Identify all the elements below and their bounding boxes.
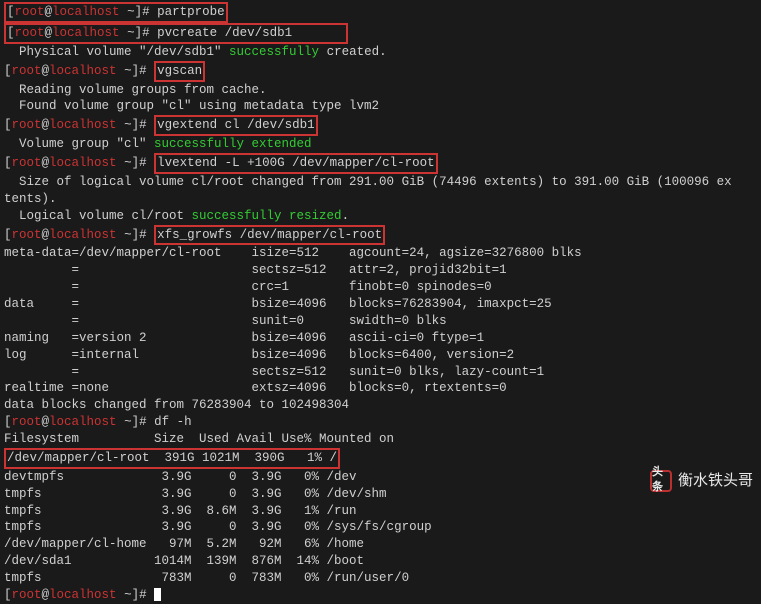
highlight-vgscan: vgscan — [154, 61, 205, 82]
output-line: = sectsz=512 attr=2, projid32bit=1 — [4, 262, 757, 279]
df-row: /dev/mapper/cl-root 391G 1021M 390G 1% / — [4, 448, 757, 469]
df-row: tmpfs 783M 0 783M 0% /run/user/0 — [4, 570, 757, 587]
output-line: = crc=1 finobt=0 spinodes=0 — [4, 279, 757, 296]
cmd-lvextend: lvextend -L +100G /dev/mapper/cl-root — [157, 156, 435, 170]
df-header: Filesystem Size Used Avail Use% Mounted … — [4, 431, 757, 448]
toutiao-logo-icon: 头条 — [650, 470, 672, 492]
output-line: = sectsz=512 sunit=0 blks, lazy-count=1 — [4, 364, 757, 381]
output-line: log =internal bsize=4096 blocks=6400, ve… — [4, 347, 757, 364]
output-line: realtime =none extsz=4096 blocks=0, rtex… — [4, 380, 757, 397]
output-line: Volume group "cl" successfully extended — [4, 136, 757, 153]
watermark: 头条 衡水铁头哥 — [650, 470, 753, 492]
output-line: Found volume group "cl" using metadata t… — [4, 98, 757, 115]
cmd-df: df -h — [154, 415, 192, 429]
output-line: = sunit=0 swidth=0 blks — [4, 313, 757, 330]
df-row: /dev/mapper/cl-home 97M 5.2M 92M 6% /hom… — [4, 536, 757, 553]
prompt-line-active[interactable]: [root@localhost ~]# — [4, 587, 757, 604]
prompt-line: [root@localhost ~]# pvcreate /dev/sdb1 — [4, 23, 757, 44]
df-row: devtmpfs 3.9G 0 3.9G 0% /dev — [4, 469, 757, 486]
highlight-lvextend: lvextend -L +100G /dev/mapper/cl-root — [154, 153, 438, 174]
watermark-text: 衡水铁头哥 — [678, 471, 753, 491]
highlight-vgextend: vgextend cl /dev/sdb1 — [154, 115, 318, 136]
output-line: data blocks changed from 76283904 to 102… — [4, 397, 757, 414]
cmd-pvcreate: pvcreate /dev/sdb1 — [157, 26, 292, 40]
output-line: Size of logical volume cl/root changed f… — [4, 174, 757, 191]
cmd-xfs: xfs_growfs /dev/mapper/cl-root — [157, 228, 382, 242]
prompt-line: [root@localhost ~]# partprobe — [4, 2, 757, 23]
cmd-vgextend: vgextend cl /dev/sdb1 — [157, 118, 315, 132]
output-line: naming =version 2 bsize=4096 ascii-ci=0 … — [4, 330, 757, 347]
prompt-line: [root@localhost ~]# vgscan — [4, 61, 757, 82]
highlight-df-root: /dev/mapper/cl-root 391G 1021M 390G 1% / — [4, 448, 340, 469]
output-line: data = bsize=4096 blocks=76283904, imaxp… — [4, 296, 757, 313]
prompt-line: [root@localhost ~]# df -h — [4, 414, 757, 431]
cmd-partprobe: partprobe — [157, 5, 225, 19]
terminal[interactable]: [root@localhost ~]# partprobe [root@loca… — [4, 2, 757, 604]
highlight-xfs: xfs_growfs /dev/mapper/cl-root — [154, 225, 385, 246]
output-line: Logical volume cl/root successfully resi… — [4, 208, 757, 225]
df-row: tmpfs 3.9G 0 3.9G 0% /sys/fs/cgroup — [4, 519, 757, 536]
output-line: Physical volume "/dev/sdb1" successfully… — [4, 44, 757, 61]
cursor-icon — [154, 588, 161, 601]
output-line: Reading volume groups from cache. — [4, 82, 757, 99]
prompt-line: [root@localhost ~]# vgextend cl /dev/sdb… — [4, 115, 757, 136]
prompt-line: [root@localhost ~]# lvextend -L +100G /d… — [4, 153, 757, 174]
output-line: meta-data=/dev/mapper/cl-root isize=512 … — [4, 245, 757, 262]
output-line: tents). — [4, 191, 757, 208]
cmd-vgscan: vgscan — [157, 64, 202, 78]
highlight-partprobe: [root@localhost ~]# partprobe — [4, 2, 228, 23]
prompt-line: [root@localhost ~]# xfs_growfs /dev/mapp… — [4, 225, 757, 246]
highlight-pvcreate: [root@localhost ~]# pvcreate /dev/sdb1 — [4, 23, 348, 44]
df-row: /dev/sda1 1014M 139M 876M 14% /boot — [4, 553, 757, 570]
df-row: tmpfs 3.9G 8.6M 3.9G 1% /run — [4, 503, 757, 520]
